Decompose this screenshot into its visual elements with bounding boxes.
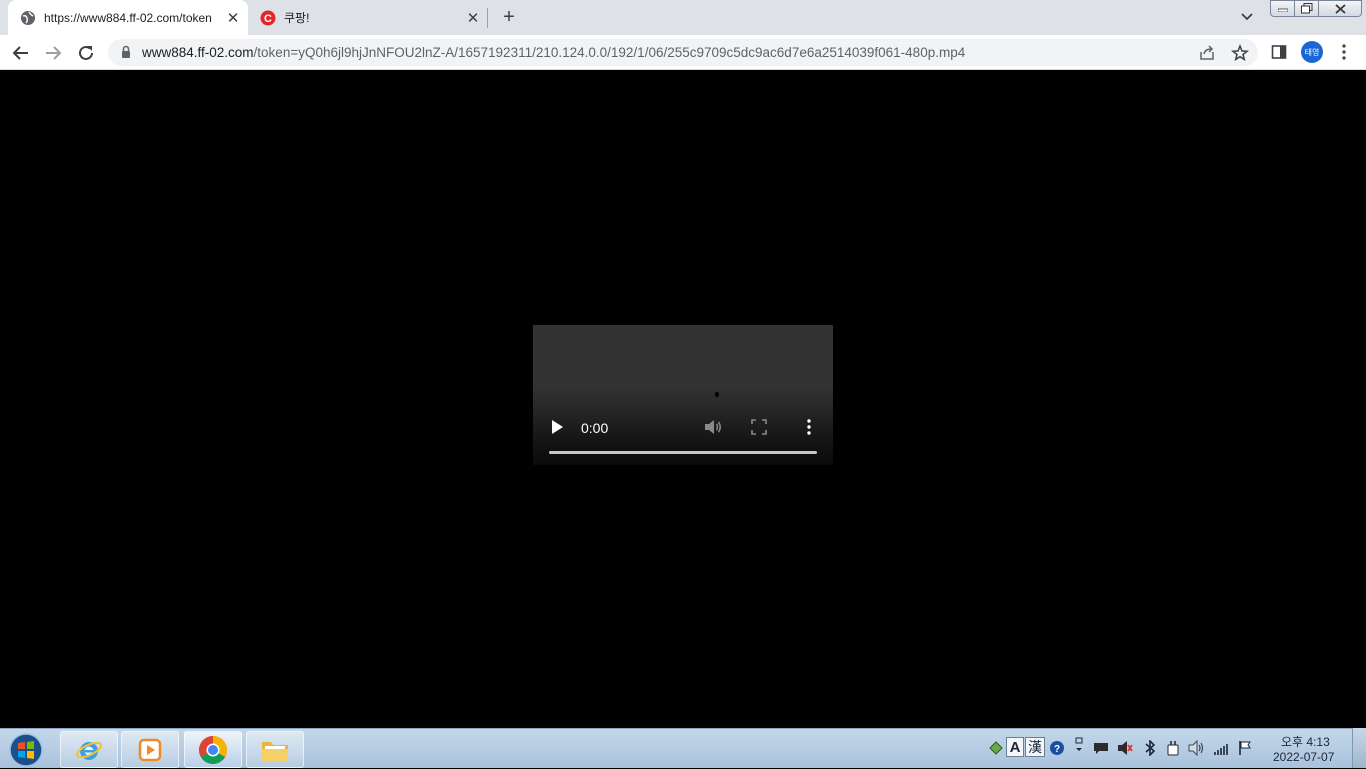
tab-close-icon[interactable]: ✕ (464, 9, 482, 27)
clock-date[interactable]: 2022-07-07 (1273, 750, 1334, 764)
action-center-flag-icon[interactable] (1237, 740, 1253, 756)
taskbar: A 漢 ? (0, 728, 1366, 768)
volume-icon[interactable] (703, 418, 723, 436)
internet-explorer-icon (76, 741, 102, 760)
arrow-left-icon (12, 46, 28, 60)
taskbar-chrome[interactable] (184, 731, 242, 768)
ime-hanja-button[interactable]: 漢 (1025, 737, 1045, 757)
minimize-icon (1277, 8, 1288, 12)
url-text[interactable]: www884.ff-02.com/token=yQ0h6jl9hjJnNFOU2… (142, 39, 965, 66)
forward-button[interactable] (41, 41, 65, 65)
tab-strip: https://www884.ff-02.com/token ✕ C 쿠팡! ✕… (0, 0, 1366, 35)
more-options-icon[interactable] (803, 418, 815, 436)
tab-close-icon[interactable]: ✕ (224, 9, 242, 27)
ime-toolbar-icon[interactable] (988, 740, 1004, 756)
taskbar-internet-explorer[interactable] (60, 731, 118, 768)
restore-icon (1300, 3, 1312, 14)
speaker-muted-icon[interactable] (1117, 740, 1133, 756)
volume-icon[interactable] (1188, 740, 1204, 756)
svg-text:?: ? (1054, 744, 1060, 755)
more-options-icon[interactable] (1338, 43, 1350, 61)
help-icon[interactable]: ? (1049, 740, 1065, 756)
loading-indicator (715, 392, 719, 397)
tab-title: 쿠팡! (284, 11, 310, 25)
fullscreen-icon[interactable] (751, 419, 767, 435)
minimize-button[interactable] (1270, 0, 1295, 17)
url-host: www884.ff-02.com (142, 45, 254, 60)
address-bar[interactable]: www884.ff-02.com/token=yQ0h6jl9hjJnNFOU2… (108, 39, 1258, 66)
network-signal-icon[interactable] (1213, 740, 1229, 756)
tab-video[interactable]: https://www884.ff-02.com/token ✕ (8, 0, 248, 35)
play-icon[interactable] (549, 419, 565, 435)
reload-icon (79, 45, 93, 60)
current-time: 0:00 (581, 420, 609, 436)
show-desktop-button[interactable] (1352, 728, 1366, 768)
tab-title: https://www884.ff-02.com/token (44, 10, 212, 25)
ime-alpha-button[interactable]: A (1006, 737, 1024, 757)
new-tab-button[interactable]: + (498, 6, 520, 28)
coupang-icon: C (260, 10, 276, 25)
share-icon[interactable] (1198, 44, 1216, 62)
folder-icon (262, 741, 288, 761)
power-plug-icon[interactable] (1165, 740, 1181, 756)
close-icon (1334, 3, 1346, 14)
lock-icon[interactable] (121, 45, 131, 59)
video-player[interactable]: 0:00 (533, 325, 833, 465)
restore-button[interactable] (1294, 0, 1319, 17)
svg-text:C: C (264, 13, 272, 25)
bluetooth-icon[interactable] (1142, 740, 1158, 756)
arrow-right-icon (46, 46, 62, 60)
progress-bar[interactable] (549, 451, 817, 454)
taskbar-file-explorer[interactable] (246, 731, 304, 768)
url-path: /token=yQ0h6jl9hjJnNFOU2lnZ-A/1657192311… (253, 45, 966, 60)
close-window-button[interactable] (1318, 0, 1362, 17)
clock-time[interactable]: 오후 4:13 (1281, 733, 1330, 750)
media-player-icon (138, 738, 162, 761)
taskbar-media-player[interactable] (121, 731, 179, 768)
ime-options-icon[interactable] (1072, 737, 1088, 753)
side-panel-icon[interactable] (1271, 44, 1287, 60)
tab-separator (487, 8, 488, 28)
start-orb-icon[interactable] (6, 731, 46, 768)
chrome-icon (199, 735, 227, 764)
tab-coupang[interactable]: C 쿠팡! ✕ (248, 0, 488, 35)
star-icon[interactable] (1231, 44, 1249, 62)
back-button[interactable] (9, 41, 33, 65)
chevron-down-icon[interactable] (1238, 8, 1256, 26)
chat-icon[interactable] (1093, 740, 1109, 756)
reload-button[interactable] (74, 41, 98, 65)
globe-icon (21, 10, 35, 25)
profile-avatar[interactable]: 태영 (1301, 41, 1323, 63)
